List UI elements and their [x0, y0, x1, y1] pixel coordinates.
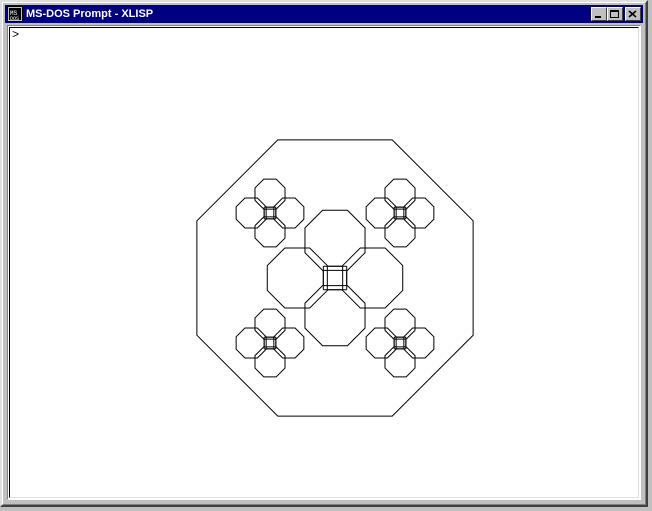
console-canvas[interactable]: >: [9, 27, 639, 498]
close-button[interactable]: [625, 7, 641, 21]
ms-dos-icon[interactable]: MS DOS: [7, 6, 23, 22]
client-area: >: [7, 25, 641, 500]
svg-text:DOS: DOS: [10, 16, 19, 22]
maximize-button[interactable]: [607, 7, 623, 21]
minimize-button[interactable]: [591, 7, 607, 21]
window-controls: [591, 7, 641, 21]
titlebar[interactable]: MS DOS MS-DOS Prompt - XLISP: [5, 5, 643, 23]
app-window: MS DOS MS-DOS Prompt - XLISP >: [0, 0, 648, 507]
turtle-graphic-output: [10, 28, 638, 497]
window-chrome: MS DOS MS-DOS Prompt - XLISP >: [2, 2, 646, 505]
window-title: MS-DOS Prompt - XLISP: [26, 8, 591, 20]
